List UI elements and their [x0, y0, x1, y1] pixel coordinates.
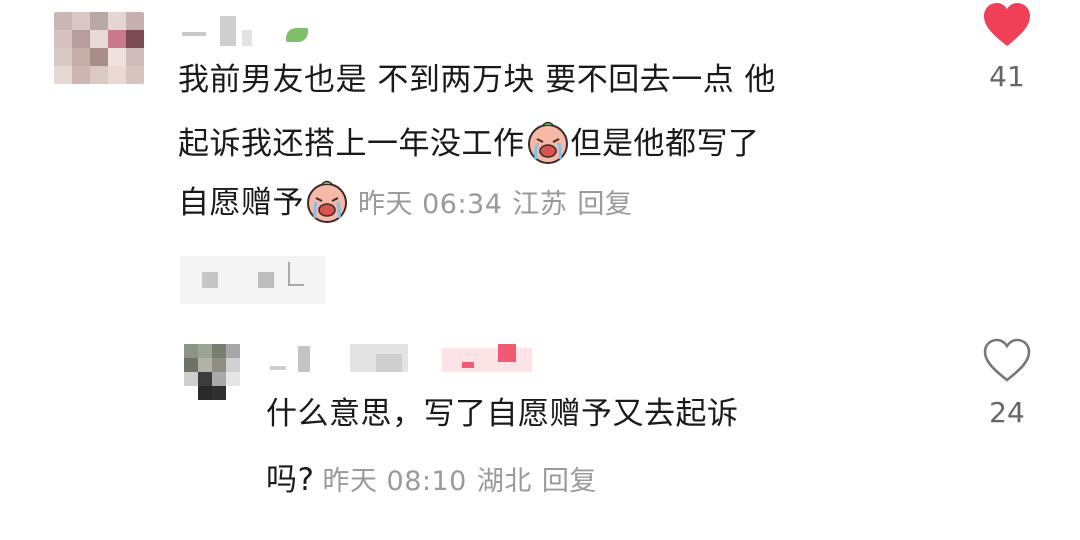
- blurred-reply-preview[interactable]: [180, 250, 330, 306]
- comment-location: 湖北: [476, 466, 532, 497]
- comment-text-segment: 自愿赠予: [178, 185, 304, 221]
- heart-filled-icon: [984, 3, 1030, 46]
- comment-time: 昨天 08:10: [322, 466, 467, 497]
- username-blurred[interactable]: [178, 10, 318, 50]
- comment-meta: 昨天 08:10 湖北 回复: [322, 466, 606, 497]
- comment-thread: 我前男友也是 不到两万块 要不回去一点 他 起诉我还搭上一年没工作 但是他都写了…: [0, 0, 1080, 540]
- crying-face-emoji-icon: [527, 121, 568, 164]
- like-count: 24: [989, 396, 1025, 429]
- avatar[interactable]: [54, 12, 144, 84]
- comment-text-segment: 但是他都写了: [570, 126, 760, 162]
- comment-text-line: 什么意思，写了自愿赠予又去起诉: [266, 396, 739, 432]
- comment-text-line: 吗? 昨天 08:10 湖北 回复: [266, 458, 607, 504]
- comment-text-segment: 起诉我还搭上一年没工作: [178, 126, 525, 162]
- like-button[interactable]: 41: [972, 0, 1042, 93]
- comment-location: 江苏: [512, 189, 568, 220]
- avatar[interactable]: [184, 344, 240, 400]
- username-blurred[interactable]: [266, 340, 546, 380]
- comment-text-line: 起诉我还搭上一年没工作 但是他都写了: [178, 121, 760, 169]
- comment-text-segment: 吗?: [266, 462, 315, 498]
- reply-button[interactable]: 回复: [577, 189, 632, 220]
- comment-text-line: 自愿赠予 昨天 06:34 江苏 回复: [178, 180, 642, 228]
- comment-text-line: 我前男友也是 不到两万块 要不回去一点 他: [178, 62, 777, 98]
- reply-button[interactable]: 回复: [542, 466, 597, 497]
- comment-meta: 昨天 06:34 江苏 回复: [358, 189, 642, 220]
- crying-face-emoji-icon: [307, 180, 347, 223]
- heart-outline-icon: [983, 338, 1031, 382]
- like-count: 41: [989, 60, 1025, 93]
- like-button[interactable]: 24: [972, 334, 1042, 429]
- comment-time: 昨天 06:34: [358, 189, 503, 220]
